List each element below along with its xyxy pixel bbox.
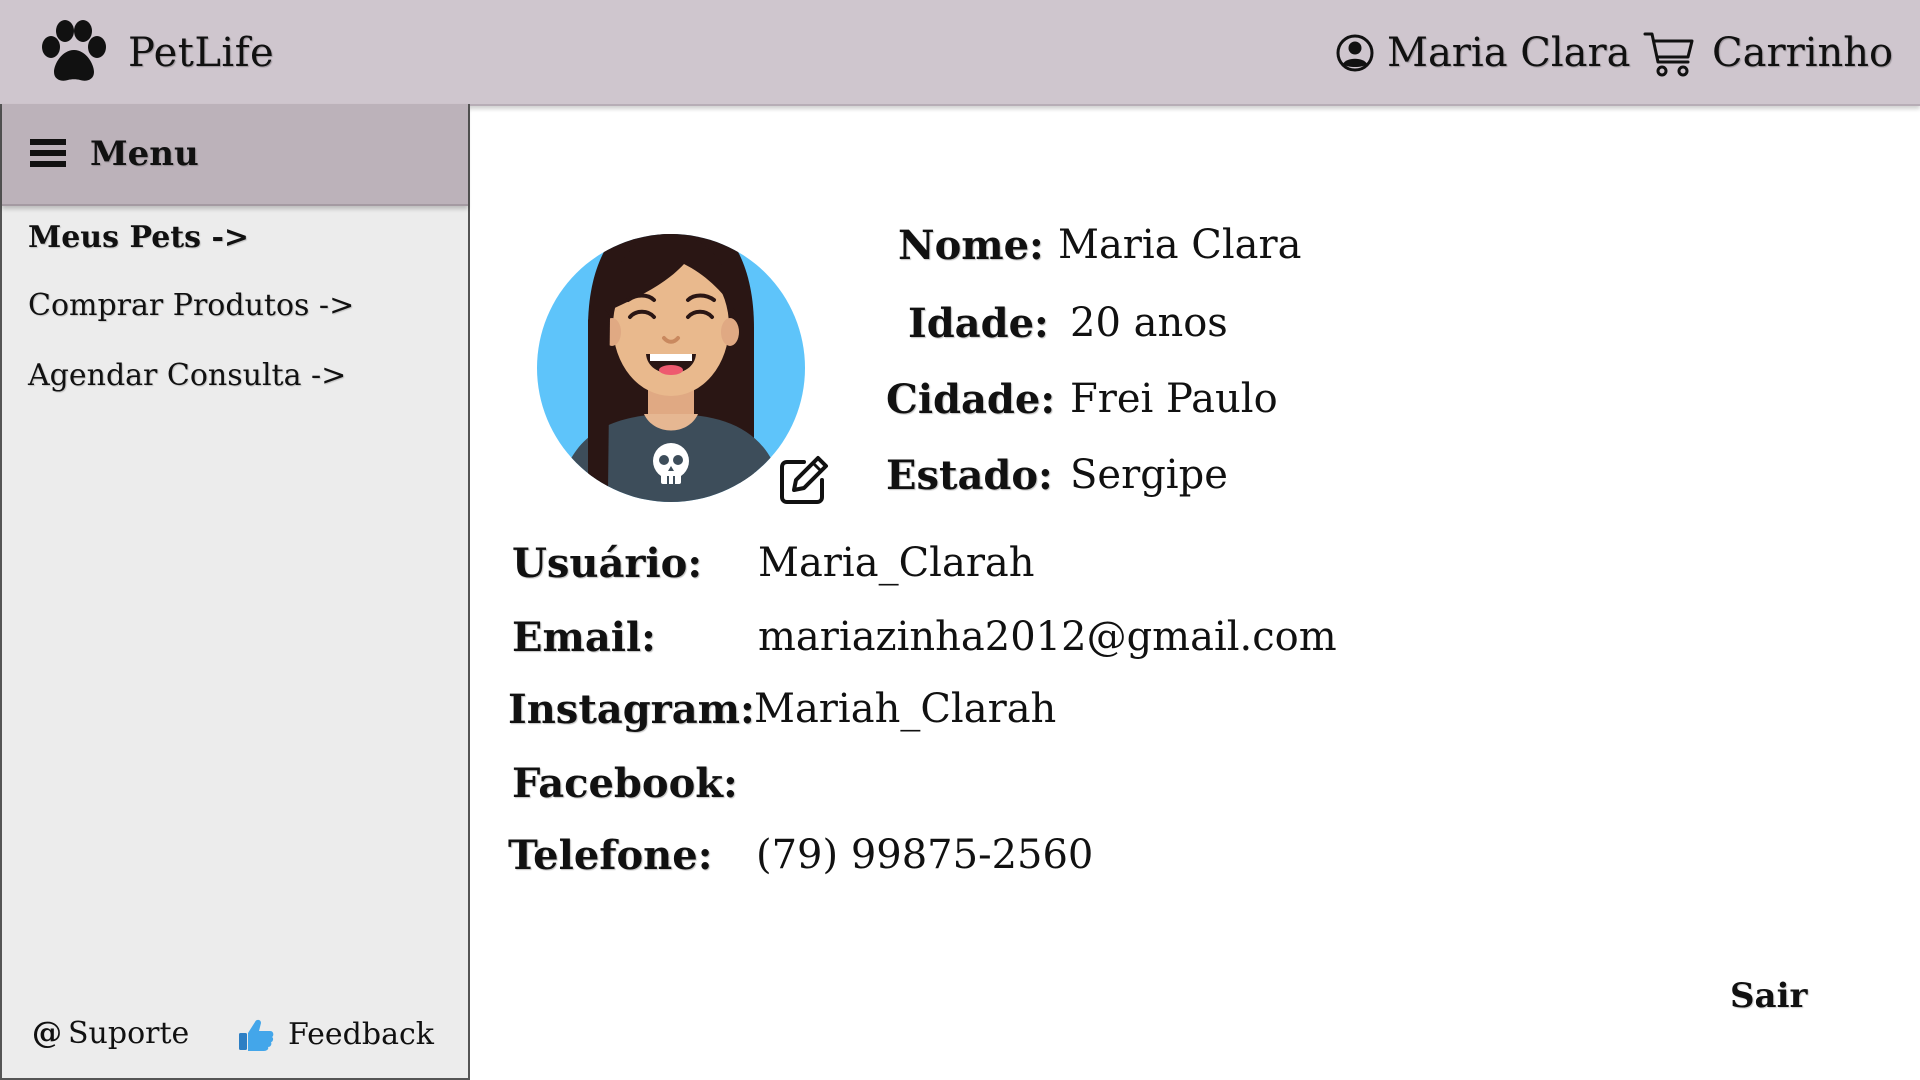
support-link[interactable]: @ Suporte — [32, 1016, 189, 1051]
support-label: Suporte — [68, 1016, 190, 1051]
sidebar-item-comprar-produtos[interactable]: Comprar Produtos -> — [28, 288, 354, 323]
instagram-label: Instagram: — [508, 686, 755, 733]
nome-label: Nome: — [898, 222, 1044, 269]
cart-label: Carrinho — [1712, 30, 1894, 76]
user-circle-icon — [1336, 34, 1374, 72]
idade-label: Idade: — [908, 300, 1049, 347]
cart-icon — [1643, 32, 1694, 77]
user-account-link[interactable]: Maria Clara — [1335, 30, 1631, 76]
usuario-value: Maria_Clarah — [758, 540, 1035, 586]
email-label: Email: — [512, 614, 656, 661]
facebook-label: Facebook: — [512, 760, 738, 807]
menu-toggle[interactable]: Menu — [2, 104, 468, 206]
cidade-label: Cidade: — [886, 376, 1056, 423]
nome-value: Maria Clara — [1058, 222, 1302, 268]
sidebar: Menu Meus Pets -> Comprar Produtos -> Ag… — [0, 104, 470, 1080]
telefone-label: Telefone: — [508, 832, 713, 879]
logout-button[interactable]: Sair — [1730, 976, 1807, 1016]
instagram-value: Mariah_Clarah — [754, 686, 1057, 732]
thumbs-up-icon — [239, 1019, 274, 1051]
menu-label: Menu — [90, 134, 199, 174]
sidebar-item-meus-pets[interactable]: Meus Pets -> — [28, 220, 249, 255]
feedback-link[interactable]: Feedback — [236, 1014, 434, 1054]
brand-name: PetLife — [128, 30, 275, 76]
edit-icon[interactable] — [778, 454, 830, 506]
user-name: Maria Clara — [1387, 30, 1631, 76]
top-header: PetLife Maria Clara Carrinho — [0, 0, 1920, 106]
email-value: mariazinha2012@gmail.com — [758, 614, 1337, 660]
cidade-value: Frei Paulo — [1070, 376, 1278, 422]
estado-value: Sergipe — [1070, 452, 1228, 498]
estado-label: Estado: — [886, 452, 1053, 499]
profile-page: PetLife Maria Clara Carrinho Menu Meus P… — [0, 0, 1920, 1080]
brand[interactable]: PetLife — [38, 18, 274, 88]
telefone-value: (79) 99875-2560 — [756, 832, 1094, 878]
idade-value: 20 anos — [1070, 300, 1228, 346]
sidebar-item-agendar-consulta[interactable]: Agendar Consulta -> — [28, 358, 346, 393]
feedback-label: Feedback — [288, 1016, 434, 1052]
paw-icon — [42, 20, 106, 81]
at-icon: @ — [32, 1016, 62, 1051]
avatar — [537, 234, 805, 502]
hamburger-icon — [30, 139, 66, 167]
usuario-label: Usuário: — [512, 540, 703, 587]
cart-link[interactable]: Carrinho — [1642, 26, 1893, 80]
